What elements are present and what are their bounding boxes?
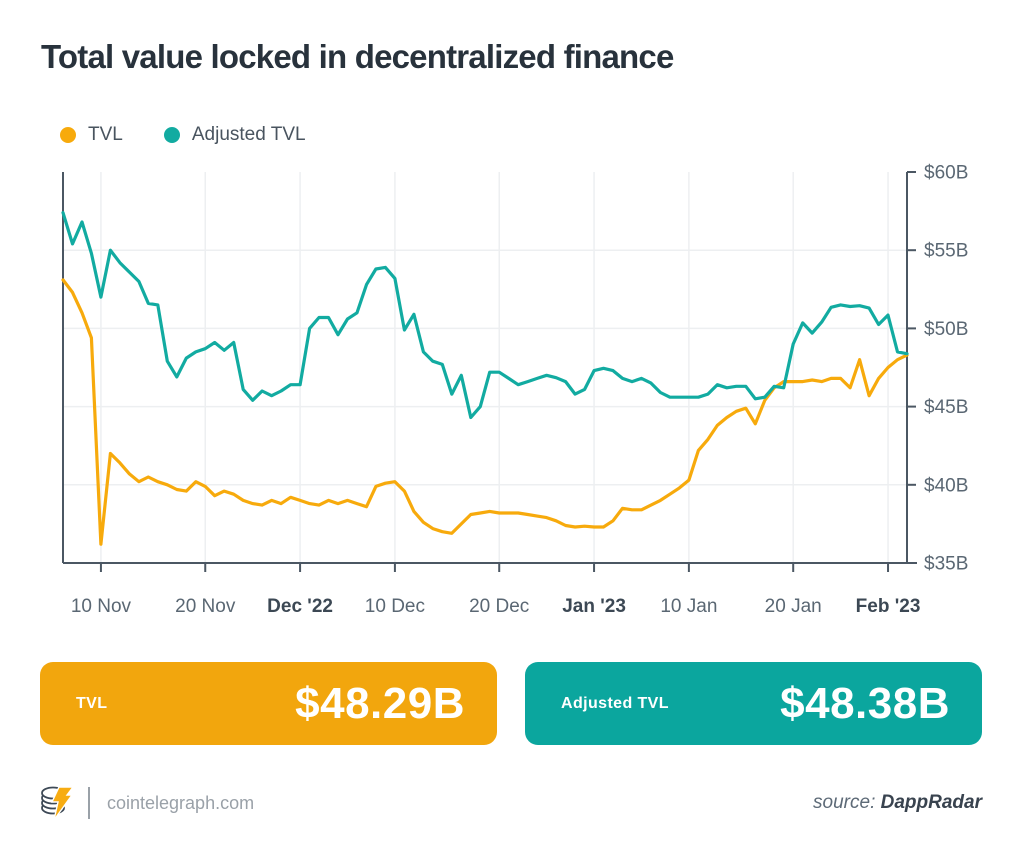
footer-branding: cointelegraph.com [40, 784, 254, 822]
x-tick-label: 10 Jan [660, 596, 717, 617]
footer-site-text: cointelegraph.com [107, 792, 255, 813]
tvl-card-value: $48.29B [295, 678, 465, 728]
y-tick-label: $60B [924, 163, 968, 184]
tvl-line-chart: 10 Nov 20 Nov Dec '22 10 Dec 20 Dec Jan '23 10… [61, 163, 968, 617]
y-tick-label: $40B [924, 475, 968, 496]
y-tick-label: $35B [924, 554, 968, 575]
x-tick-label: 10 Dec [365, 596, 425, 617]
adjusted-tvl-summary-card: Adjusted TVL $48.38B [525, 662, 982, 745]
adjusted-tvl-card-label: Adjusted TVL [561, 694, 669, 712]
y-tick-label: $50B [924, 319, 968, 340]
x-tick-label: 10 Nov [71, 596, 132, 617]
summary-cards: TVL $48.29B Adjusted TVL $48.38B [40, 662, 982, 745]
source-attribution: source: DappRadar [813, 792, 982, 814]
source-name: DappRadar [880, 792, 982, 813]
source-prefix: source: [813, 792, 876, 813]
x-tick-label: 20 Nov [175, 596, 236, 617]
tvl-infographic: Total value locked in decentralized fina… [0, 0, 1024, 859]
adjusted-tvl-line [61, 211, 909, 420]
y-tick-label: $45B [924, 397, 968, 418]
footer-divider [88, 787, 90, 819]
x-tick-label: Feb '23 [856, 596, 921, 617]
tvl-line [61, 278, 909, 546]
x-tick-label: Jan '23 [562, 596, 626, 617]
x-tick-label: 20 Dec [469, 596, 529, 617]
cointelegraph-logo-icon [41, 786, 74, 821]
y-tick-label: $55B [924, 241, 968, 262]
tvl-card-label: TVL [76, 694, 108, 712]
x-tick-label: 20 Jan [765, 596, 822, 617]
x-tick-label: Dec '22 [267, 596, 333, 617]
footer: cointelegraph.com source: DappRadar [0, 780, 1024, 840]
adjusted-tvl-card-value: $48.38B [780, 678, 950, 728]
tvl-summary-card: TVL $48.29B [40, 662, 497, 745]
